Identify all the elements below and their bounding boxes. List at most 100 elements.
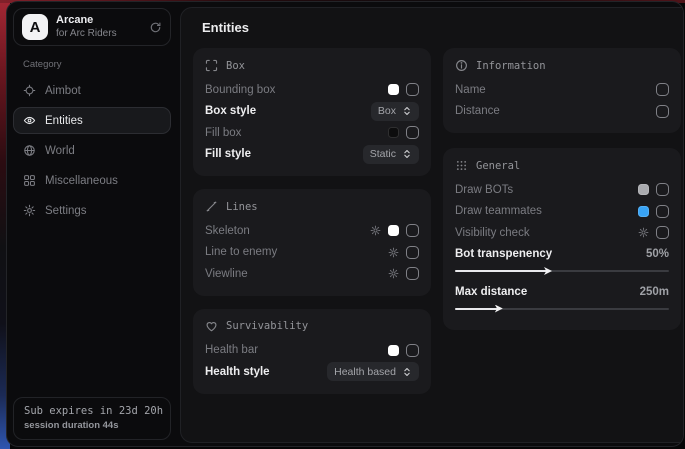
sidebar-item-entities[interactable]: Entities [13,107,171,134]
sidebar-nav: Aimbot Entities World Miscellaneous [13,77,171,224]
slider-thumb[interactable] [544,267,552,275]
card-box-header: Box [205,59,419,72]
row-settings-gear-icon[interactable] [388,247,399,258]
setting-row-draw-teammates: Draw teammates [455,201,669,223]
slider-value: 50% [646,248,669,260]
slider-track [455,308,669,310]
card-general: General Draw BOTs Draw teammates [443,148,681,330]
card-survivability: Survivability Health bar Health style He… [193,309,431,394]
checkbox[interactable] [406,83,419,96]
checkbox[interactable] [656,205,669,218]
brand-header: A Arcane for Arc Riders [13,8,171,46]
subscription-info-box: Sub expires in 23d 20h session duration … [13,397,171,440]
health-style-dropdown[interactable]: Health based [327,362,419,381]
setting-row-fill-style: Fill style Static [205,144,419,166]
slider-fill [455,270,547,272]
sidebar-item-world[interactable]: World [13,137,171,164]
diagonal-line-icon [205,200,218,213]
row-label: Line to enemy [205,246,277,258]
row-label: Distance [455,105,500,117]
checkbox[interactable] [406,344,419,357]
slider-value: 250m [640,286,669,298]
row-label: Bounding box [205,84,275,96]
card-information: Information Name Distance [443,48,681,133]
color-swatch[interactable] [388,84,399,95]
category-label: Category [23,59,171,70]
slider-thumb[interactable] [495,305,503,313]
card-title: Survivability [226,320,308,332]
grid-dots-icon [455,159,468,172]
row-label: Visibility check [455,227,530,239]
sidebar-item-label: Aimbot [45,85,81,97]
card-survivability-header: Survivability [205,320,419,333]
box-style-dropdown[interactable]: Box [371,102,419,121]
color-swatch[interactable] [638,184,649,195]
sidebar-item-label: Miscellaneous [45,175,118,187]
sidebar-item-label: Settings [45,205,87,217]
row-settings-gear-icon[interactable] [388,268,399,279]
row-label: Name [455,84,486,96]
dropdown-value: Static [370,148,396,160]
card-columns: Box Bounding box Box style Box [192,48,681,394]
setting-row-line-to-enemy: Line to enemy [205,242,419,264]
sidebar: A Arcane for Arc Riders Category Aimbot [7,2,175,446]
row-label: Viewline [205,268,248,280]
brand-text: Arcane for Arc Riders [56,14,141,39]
app-subtitle: for Arc Riders [56,28,141,40]
session-duration-text: session duration 44s [24,420,160,431]
app-window: A Arcane for Arc Riders Category Aimbot [6,1,684,447]
row-label: Fill box [205,127,241,139]
card-title: Lines [226,201,258,213]
card-title: Box [226,60,245,72]
checkbox[interactable] [656,105,669,118]
info-icon [455,59,468,72]
checkbox[interactable] [406,224,419,237]
color-swatch[interactable] [388,225,399,236]
card-information-header: Information [455,59,669,72]
checkbox[interactable] [406,126,419,139]
checkbox[interactable] [406,267,419,280]
gear-icon [23,204,36,217]
row-settings-gear-icon[interactable] [370,225,381,236]
setting-row-health-style: Health style Health based [205,361,419,383]
reload-icon[interactable] [149,21,162,34]
card-box: Box Bounding box Box style Box [193,48,431,176]
bot-transparency-slider[interactable] [455,266,669,276]
app-logo: A [22,14,48,40]
globe-icon [23,144,36,157]
setting-row-bot-transparency: Bot transpenency 50% [455,244,669,266]
setting-row-distance: Distance [455,101,669,123]
right-column: Information Name Distance [443,48,681,394]
checkbox[interactable] [656,83,669,96]
row-settings-gear-icon[interactable] [638,227,649,238]
sidebar-item-settings[interactable]: Settings [13,197,171,224]
color-swatch[interactable] [638,206,649,217]
setting-row-health-bar: Health bar [205,340,419,362]
sidebar-item-label: Entities [45,115,83,127]
row-label: Fill style [205,148,251,160]
setting-row-visibility-check: Visibility check [455,222,669,244]
page-title: Entities [202,20,681,35]
dropdown-value: Box [378,105,396,117]
checkbox[interactable] [656,226,669,239]
sidebar-item-aimbot[interactable]: Aimbot [13,77,171,104]
color-swatch[interactable] [388,127,399,138]
sidebar-item-miscellaneous[interactable]: Miscellaneous [13,167,171,194]
card-title: General [476,160,520,172]
box-brackets-icon [205,59,218,72]
row-label: Bot transpenency [455,248,552,260]
setting-row-draw-bots: Draw BOTs [455,179,669,201]
fill-style-dropdown[interactable]: Static [363,145,419,164]
sidebar-spacer [13,224,171,397]
color-swatch[interactable] [388,345,399,356]
max-distance-slider[interactable] [455,304,669,314]
setting-row-name: Name [455,79,669,101]
row-label: Skeleton [205,225,250,237]
checkbox[interactable] [656,183,669,196]
chevron-up-down-icon [402,106,412,116]
setting-row-box-style: Box style Box [205,101,419,123]
row-label: Max distance [455,286,527,298]
checkbox[interactable] [406,246,419,259]
entities-eye-icon [23,114,36,127]
left-column: Box Bounding box Box style Box [193,48,431,394]
